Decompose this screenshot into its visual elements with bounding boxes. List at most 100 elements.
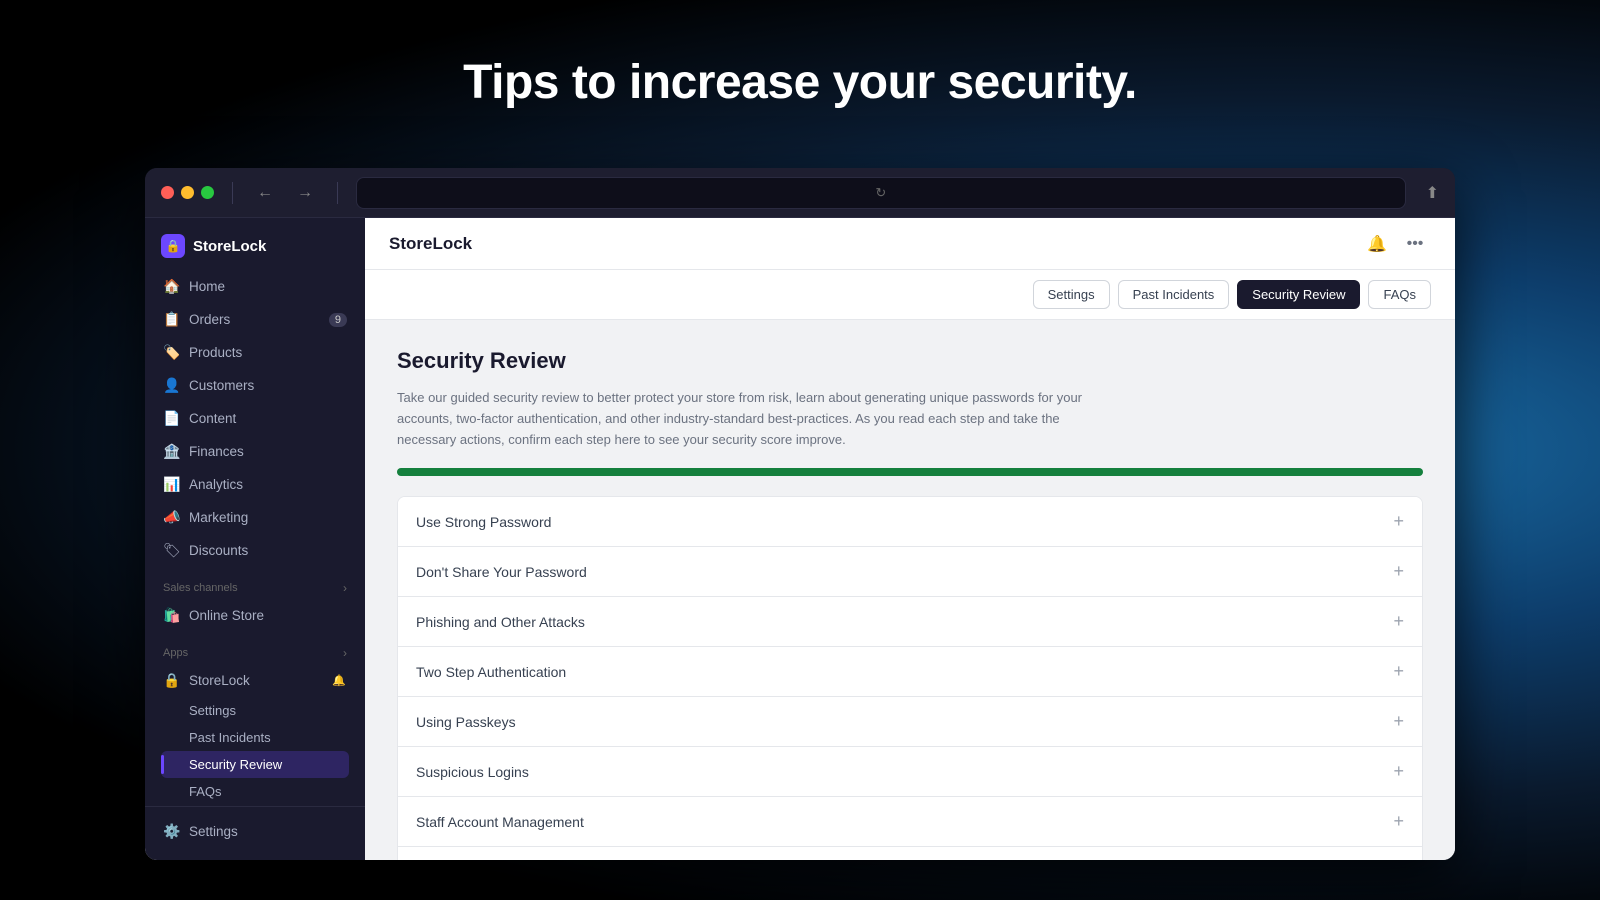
sidebar-item-content[interactable]: 📄 Content — [153, 402, 357, 435]
settings-icon: ⚙️ — [163, 823, 179, 840]
sidebar-item-label: Customers — [189, 378, 254, 393]
sidebar-item-marketing[interactable]: 📣 Marketing — [153, 501, 357, 534]
sidebar-item-products[interactable]: 🏷️ Products — [153, 336, 357, 369]
content-icon: 📄 — [163, 410, 179, 427]
sidebar-nav: 🏠 Home 📋 Orders 9 🏷️ Products 👤 Customer… — [145, 270, 365, 806]
sidebar-item-settings[interactable]: ⚙️ Settings — [153, 815, 357, 848]
apps-arrow: › — [343, 646, 347, 660]
home-icon: 🏠 — [163, 278, 179, 295]
sidebar-bottom: ⚙️ Settings — [145, 806, 365, 860]
past-incidents-btn[interactable]: Past Incidents — [1118, 280, 1230, 309]
expand-icon: + — [1393, 811, 1404, 832]
finances-icon: 🏦 — [163, 443, 179, 460]
sidebar-item-label: Settings — [189, 824, 238, 839]
sidebar-item-home[interactable]: 🏠 Home — [153, 270, 357, 303]
sales-channels-arrow: › — [343, 581, 347, 595]
sidebar-item-label: Marketing — [189, 510, 248, 525]
security-item-label: Two Step Authentication — [416, 664, 566, 680]
browser-actions: ⬆ — [1426, 183, 1439, 203]
security-item-label: Using Passkeys — [416, 714, 516, 730]
reload-icon: ↻ — [875, 185, 886, 201]
products-icon: 🏷️ — [163, 344, 179, 361]
sidebar-item-label: Finances — [189, 444, 244, 459]
sidebar-item-label: Discounts — [189, 543, 248, 558]
sidebar-item-analytics[interactable]: 📊 Analytics — [153, 468, 357, 501]
sidebar-item-orders[interactable]: 📋 Orders 9 — [153, 303, 357, 336]
expand-icon: + — [1393, 711, 1404, 732]
sub-item-label: Security Review — [189, 757, 282, 772]
security-item-label: Use Strong Password — [416, 514, 551, 530]
sub-item-past-incidents[interactable]: Past Incidents — [161, 724, 349, 751]
apps-label: Apps › — [153, 632, 357, 664]
maximize-button[interactable] — [201, 186, 214, 199]
notification-btn[interactable]: 🔔 — [1361, 228, 1393, 260]
orders-badge: 9 — [329, 313, 347, 327]
sidebar-item-online-store[interactable]: 🛍️ Online Store — [153, 599, 357, 632]
window-controls — [161, 186, 214, 199]
forward-button[interactable]: → — [291, 180, 319, 206]
sidebar-item-discounts[interactable]: 🏷 Discounts — [153, 534, 357, 567]
marketing-icon: 📣 — [163, 509, 179, 526]
security-list: Use Strong Password + Don't Share Your P… — [397, 496, 1423, 860]
settings-btn[interactable]: Settings — [1033, 280, 1110, 309]
content-body: Security Review Take our guided security… — [365, 320, 1455, 860]
sub-item-label: Settings — [189, 703, 236, 718]
expand-icon: + — [1393, 661, 1404, 682]
app-name: StoreLock — [193, 238, 266, 255]
sidebar-item-storelock[interactable]: 🔒 StoreLock 🔔 — [153, 664, 357, 697]
close-button[interactable] — [161, 186, 174, 199]
sub-item-label: FAQs — [189, 784, 222, 799]
more-options-btn[interactable]: ••• — [1399, 228, 1431, 260]
sub-item-label: Past Incidents — [189, 730, 271, 745]
storelock-icon: 🔒 — [163, 672, 179, 689]
back-button[interactable]: ← — [251, 180, 279, 206]
security-item-suspicious-logins[interactable]: Suspicious Logins + — [398, 747, 1422, 797]
security-item-phishing[interactable]: Phishing and Other Attacks + — [398, 597, 1422, 647]
browser-window: ← → ↻ ⬆ 🔒 StoreLock 🏠 Home 📋 — [145, 168, 1455, 860]
sidebar-item-customers[interactable]: 👤 Customers — [153, 369, 357, 402]
security-item-two-step[interactable]: Two Step Authentication + — [398, 647, 1422, 697]
online-store-icon: 🛍️ — [163, 607, 179, 624]
faqs-btn[interactable]: FAQs — [1368, 280, 1431, 309]
security-item-staff-account[interactable]: Staff Account Management + — [398, 797, 1422, 847]
sub-item-faqs[interactable]: FAQs — [161, 778, 349, 805]
progress-bar-fill — [397, 468, 1423, 476]
share-button[interactable]: ⬆ — [1426, 183, 1439, 203]
section-desc: Take our guided security review to bette… — [397, 388, 1097, 450]
sidebar: 🔒 StoreLock 🏠 Home 📋 Orders 9 🏷️ Product… — [145, 218, 365, 860]
sidebar-item-label: Analytics — [189, 477, 243, 492]
security-item-dont-share-password[interactable]: Don't Share Your Password + — [398, 547, 1422, 597]
orders-icon: 📋 — [163, 311, 179, 328]
minimize-button[interactable] — [181, 186, 194, 199]
expand-icon: + — [1393, 761, 1404, 782]
divider2 — [337, 182, 338, 204]
top-bar: StoreLock 🔔 ••• — [365, 218, 1455, 270]
expand-icon: + — [1393, 561, 1404, 582]
sub-item-security-review[interactable]: Security Review — [161, 751, 349, 778]
security-item-passkeys[interactable]: Using Passkeys + — [398, 697, 1422, 747]
hero-title: Tips to increase your security. — [0, 55, 1600, 110]
security-item-label: Phishing and Other Attacks — [416, 614, 585, 630]
main-content: StoreLock 🔔 ••• Settings Past Incidents … — [365, 218, 1455, 860]
discounts-icon: 🏷 — [163, 542, 179, 559]
address-bar[interactable]: ↻ — [356, 177, 1406, 209]
sidebar-item-finances[interactable]: 🏦 Finances — [153, 435, 357, 468]
security-item-use-strong-password[interactable]: Use Strong Password + — [398, 497, 1422, 547]
customers-icon: 👤 — [163, 377, 179, 394]
logo-icon: 🔒 — [161, 234, 185, 258]
sub-item-settings[interactable]: Settings — [161, 697, 349, 724]
divider — [232, 182, 233, 204]
sidebar-item-label: StoreLock — [189, 673, 250, 688]
security-item-third-party[interactable]: Third-Party Apps and Code + — [398, 847, 1422, 860]
sales-channels-label: Sales channels › — [153, 567, 357, 599]
progress-bar-container — [397, 468, 1423, 476]
browser-chrome: ← → ↻ ⬆ — [145, 168, 1455, 218]
security-item-label: Suspicious Logins — [416, 764, 529, 780]
app-container: 🔒 StoreLock 🏠 Home 📋 Orders 9 🏷️ Product… — [145, 218, 1455, 860]
security-item-label: Staff Account Management — [416, 814, 584, 830]
sidebar-item-label: Orders — [189, 312, 230, 327]
notification-icon: 🔔 — [331, 674, 347, 687]
app-sub-items: Settings Past Incidents Security Review … — [153, 697, 357, 805]
expand-icon: + — [1393, 511, 1404, 532]
security-review-btn[interactable]: Security Review — [1237, 280, 1360, 309]
